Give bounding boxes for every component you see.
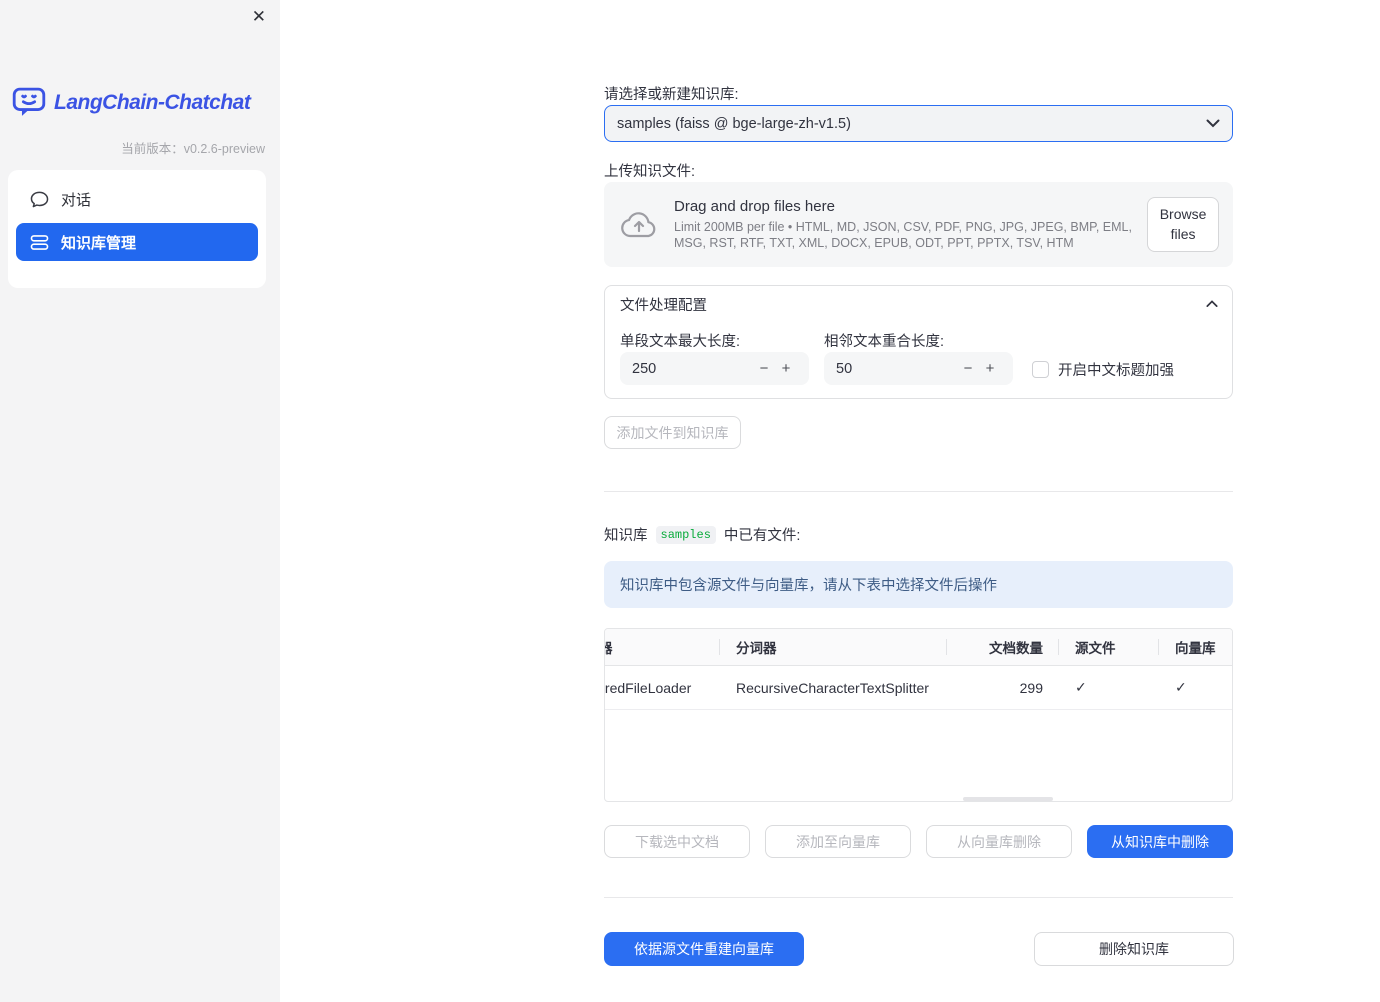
chunk-size-label: 单段文本最大长度:	[620, 334, 741, 350]
chunk-size-input[interactable]: 250 − +	[620, 352, 809, 385]
divider	[604, 897, 1233, 898]
cell-vector-check: ✓	[1159, 666, 1232, 709]
rebuild-vector-store-button[interactable]: 依据源文件重建向量库	[604, 932, 804, 966]
chevron-down-icon	[1206, 119, 1220, 128]
dropzone-title: Drag and drop files here	[674, 197, 835, 215]
checkbox-box[interactable]	[1032, 361, 1049, 378]
table-header-row: 文档加载器 分词器 文档数量 源文件 向量库	[605, 629, 1232, 666]
kb-files-prefix: 知识库	[604, 528, 648, 544]
dropzone-limit-text: Limit 200MB per file • HTML, MD, JSON, C…	[674, 219, 1132, 250]
cell-source-check: ✓	[1059, 666, 1159, 709]
chevron-up-icon	[1206, 300, 1218, 308]
add-to-vector-store-button[interactable]: 添加至向量库	[765, 825, 911, 858]
cell-splitter: RecursiveCharacterTextSplitter	[736, 679, 929, 696]
column-header-vector-store[interactable]: 向量库	[1159, 629, 1232, 665]
info-alert-text: 知识库中包含源文件与向量库，请从下表中选择文件后操作	[620, 578, 997, 594]
knowledge-base-stack-icon	[30, 234, 49, 251]
version-text: 当前版本：v0.2.6-preview	[121, 142, 265, 156]
kb-select-value: samples (faiss @ bge-large-zh-v1.5)	[617, 115, 851, 132]
close-icon[interactable]: ✕	[252, 6, 266, 28]
chat-bubble-icon	[30, 191, 49, 208]
download-selected-docs-button[interactable]: 下载选中文档	[604, 825, 750, 858]
chunk-size-value: 250	[632, 360, 657, 377]
sidebar-item-label: 对话	[61, 191, 92, 209]
kb-files-heading: 知识库 samples 中已有文件:	[604, 524, 800, 545]
app-root: ✕ LangChain-Chatchat 当前版本：v0.2.6-preview	[0, 0, 1380, 1002]
delete-from-kb-button[interactable]: 从知识库中删除	[1087, 825, 1233, 858]
browse-files-button[interactable]: Browse files	[1147, 196, 1219, 253]
file-dropzone[interactable]: Drag and drop files here Limit 200MB per…	[604, 182, 1233, 267]
sidebar-item-dialogue[interactable]: 对话	[16, 180, 258, 218]
table-horizontal-scrollbar[interactable]	[963, 797, 1053, 801]
column-header-loader[interactable]: 文档加载器	[605, 629, 720, 665]
main-content: 请选择或新建知识库: samples (faiss @ bge-large-zh…	[280, 0, 1380, 1002]
plus-icon[interactable]: +	[979, 360, 1001, 377]
column-header-doc-count[interactable]: 文档数量	[947, 629, 1059, 665]
table-row[interactable]: UnstructuredFileLoader RecursiveCharacte…	[605, 666, 1232, 710]
cell-loader: UnstructuredFileLoader	[605, 679, 692, 696]
check-icon: ✓	[1075, 679, 1087, 695]
checkbox-label: 开启中文标题加强	[1058, 363, 1174, 379]
chunk-overlap-input[interactable]: 50 − +	[824, 352, 1013, 385]
info-alert: 知识库中包含源文件与向量库，请从下表中选择文件后操作	[604, 561, 1233, 608]
sidebar-item-label: 知识库管理	[61, 234, 137, 252]
kb-files-suffix: 中已有文件:	[723, 528, 801, 544]
chunk-overlap-value: 50	[836, 360, 853, 377]
file-config-title: 文件处理配置	[620, 297, 707, 314]
delete-from-vector-store-button[interactable]: 从向量库删除	[926, 825, 1072, 858]
cloud-upload-icon	[620, 211, 658, 239]
column-header-source-file[interactable]: 源文件	[1059, 629, 1159, 665]
sidebar-item-kb-management[interactable]: 知识库管理	[16, 223, 258, 261]
app-logo: LangChain-Chatchat	[12, 87, 251, 118]
check-icon: ✓	[1175, 679, 1187, 695]
delete-kb-button[interactable]: 删除知识库	[1034, 932, 1234, 966]
kb-select-label: 请选择或新建知识库:	[604, 87, 739, 103]
logo-text: LangChain-Chatchat	[54, 90, 251, 114]
sidebar-nav: 对话 知识库管理	[8, 170, 266, 288]
upload-label: 上传知识文件:	[604, 164, 696, 180]
sidebar: ✕ LangChain-Chatchat 当前版本：v0.2.6-preview	[0, 0, 280, 1002]
cell-doc-count: 299	[1019, 679, 1043, 696]
plus-icon[interactable]: +	[775, 360, 797, 377]
divider	[604, 491, 1233, 492]
kb-files-table: 文档加载器 分词器 文档数量 源文件 向量库 UnstructuredFileL…	[604, 628, 1233, 802]
zh-title-enhance-checkbox[interactable]: 开启中文标题加强	[1032, 359, 1174, 380]
chunk-overlap-label: 相邻文本重合长度:	[824, 334, 945, 350]
logo-chat-smiley-icon	[12, 87, 46, 118]
minus-icon[interactable]: −	[957, 360, 979, 377]
add-files-to-kb-button[interactable]: 添加文件到知识库	[604, 416, 741, 449]
column-header-splitter[interactable]: 分词器	[720, 629, 947, 665]
kb-name-code: samples	[655, 525, 716, 544]
kb-select[interactable]: samples (faiss @ bge-large-zh-v1.5)	[604, 105, 1233, 142]
minus-icon[interactable]: −	[753, 360, 775, 377]
file-config-expander: 文件处理配置 单段文本最大长度: 相邻文本重合长度: 250 − + 50 − …	[604, 285, 1233, 399]
file-config-expander-header[interactable]: 文件处理配置	[605, 286, 1232, 322]
dropzone-text: Drag and drop files here Limit 200MB per…	[674, 198, 1147, 252]
